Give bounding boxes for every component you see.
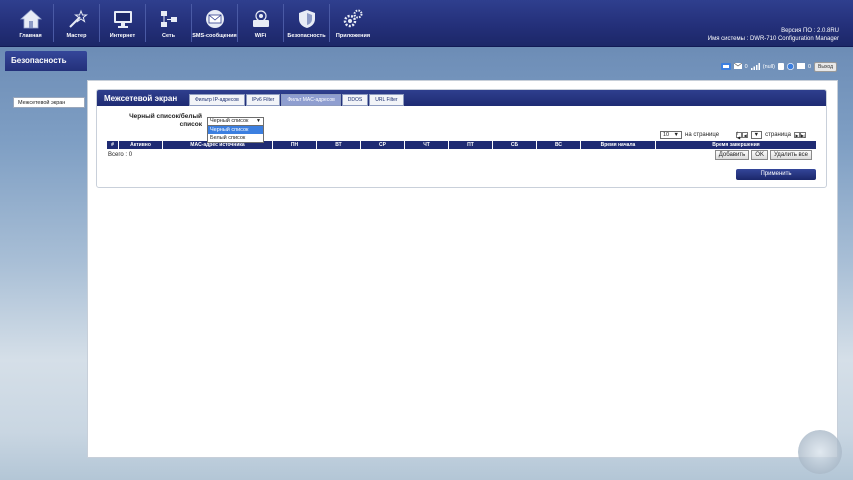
list-mode-dropdown: Черный список Белый список — [207, 125, 264, 143]
wizard-icon — [66, 9, 88, 29]
tab-url-filter[interactable]: URL Filter — [369, 94, 404, 106]
watermark-logo — [798, 430, 842, 474]
card-title: Межсетевой экран — [104, 94, 178, 103]
dropdown-arrow-icon: ▼ — [256, 118, 261, 124]
page-label: страница — [765, 132, 791, 138]
tab-ipv6-filter[interactable]: IPv6 Filter — [245, 94, 281, 106]
pagination-controls: 10 ▼ на странице |◀ ◀ ▼ страница ▶ ▶| — [660, 130, 806, 140]
nav-network-label: Сеть — [161, 33, 176, 39]
col-wed: СР — [361, 141, 405, 149]
nav-wizard-label: Мастер — [66, 33, 87, 39]
status-bar: 0 (null) 0 Выход — [720, 62, 837, 72]
firewall-tabs: Фильтр IP-адресов IPv6 Filter Фильт MAC-… — [189, 94, 404, 106]
gears-icon — [342, 9, 364, 29]
signal-value: (null) — [762, 64, 775, 70]
envelope-icon — [204, 9, 226, 29]
firmware-version: Версия ПО : 2.0.8RU — [781, 28, 839, 34]
card-header: Межсетевой экран Фильтр IP-адресов IPv6 … — [97, 90, 826, 106]
firmware-info: Версия ПО : 2.0.8RU Имя системы : DWR-71… — [708, 27, 839, 43]
network-status-icon — [720, 62, 731, 72]
top-navigation-bar: Главная Мастер Интернет Сеть SMS-сообщен… — [0, 0, 853, 47]
page-select[interactable]: ▼ — [751, 131, 763, 139]
prev-page-icon[interactable]: ◀ — [742, 132, 749, 138]
sms-count: 0 — [807, 64, 812, 70]
wifi-icon — [250, 9, 272, 29]
main-menu: Главная Мастер Интернет Сеть SMS-сообщен… — [8, 4, 376, 42]
delete-all-button[interactable]: Удалить все — [769, 150, 812, 160]
section-title: Безопасность — [5, 51, 87, 71]
page-arrow-icon: ▼ — [753, 132, 760, 138]
add-button[interactable]: Добавить — [714, 150, 750, 160]
nav-network[interactable]: Сеть — [146, 4, 192, 42]
col-active: Активно — [119, 141, 163, 149]
signal-icon — [750, 62, 760, 72]
mail-icon — [733, 62, 742, 71]
pager-next: ▶ ▶| — [794, 132, 806, 138]
list-mode-label: Черный список/белый список — [129, 113, 202, 128]
shield-icon — [296, 9, 318, 29]
nav-sms-label: SMS-сообщения — [192, 33, 237, 39]
nav-security-label: Безопасность — [287, 33, 326, 39]
sidebar-item-firewall[interactable]: Межсетевой экран — [13, 97, 85, 108]
mail-count: 0 — [744, 64, 748, 70]
tab-mac-filter[interactable]: Фильт MAC-адресов — [281, 94, 341, 106]
logout-button[interactable]: Выход — [814, 62, 837, 72]
nav-apps-label: Приложения — [335, 33, 371, 39]
per-page-label: на странице — [685, 132, 720, 138]
ok-button[interactable]: OK — [751, 150, 768, 160]
globe-icon — [786, 62, 794, 72]
per-page-arrow-icon: ▼ — [673, 132, 679, 138]
nav-home[interactable]: Главная — [8, 4, 54, 42]
col-thu: ЧТ — [405, 141, 449, 149]
nav-sms[interactable]: SMS-сообщения — [192, 4, 238, 42]
sms-icon — [777, 62, 784, 72]
col-sat: СБ — [493, 141, 537, 149]
apply-button[interactable]: Применить — [736, 169, 816, 180]
col-mon: ПН — [273, 141, 317, 149]
nav-apps[interactable]: Приложения — [330, 4, 376, 42]
col-start-time: Время начала — [581, 141, 656, 149]
network-icon — [158, 9, 180, 29]
nav-internet[interactable]: Интернет — [100, 4, 146, 42]
col-tue: ВТ — [317, 141, 361, 149]
option-blacklist[interactable]: Черный список — [208, 126, 263, 134]
option-whitelist[interactable]: Белый список — [208, 134, 263, 142]
nav-security[interactable]: Безопасность — [284, 4, 330, 42]
total-count: Всего : 0 — [108, 152, 133, 158]
tab-ddos[interactable]: DDOS — [341, 94, 369, 106]
nav-internet-label: Интернет — [109, 33, 136, 39]
pager-prev: |◀ ◀ — [736, 130, 749, 140]
last-page-icon[interactable]: ▶| — [800, 132, 806, 138]
nav-wifi[interactable]: WiFi — [238, 4, 284, 42]
list-mode-value: Черный список — [210, 118, 249, 124]
nav-home-label: Главная — [19, 33, 42, 39]
tab-ip-filter[interactable]: Фильтр IP-адресов — [189, 94, 245, 106]
home-icon — [19, 9, 42, 29]
col-number: # — [107, 141, 119, 149]
table-actions: Добавить OK Удалить все — [714, 150, 812, 160]
col-end-time: Время завершения — [712, 142, 760, 148]
nav-wizard[interactable]: Мастер — [54, 4, 100, 42]
col-sun: ВС — [537, 141, 581, 149]
col-fri: ПТ — [449, 141, 493, 149]
per-page-select[interactable]: 10 ▼ — [660, 131, 682, 139]
system-name: Имя системы : DWR-710 Configuration Mana… — [707, 36, 839, 42]
nav-wifi-label: WiFi — [254, 33, 267, 39]
envelope-status-icon — [796, 63, 805, 71]
monitor-icon — [112, 9, 134, 29]
per-page-value: 10 — [663, 132, 670, 138]
